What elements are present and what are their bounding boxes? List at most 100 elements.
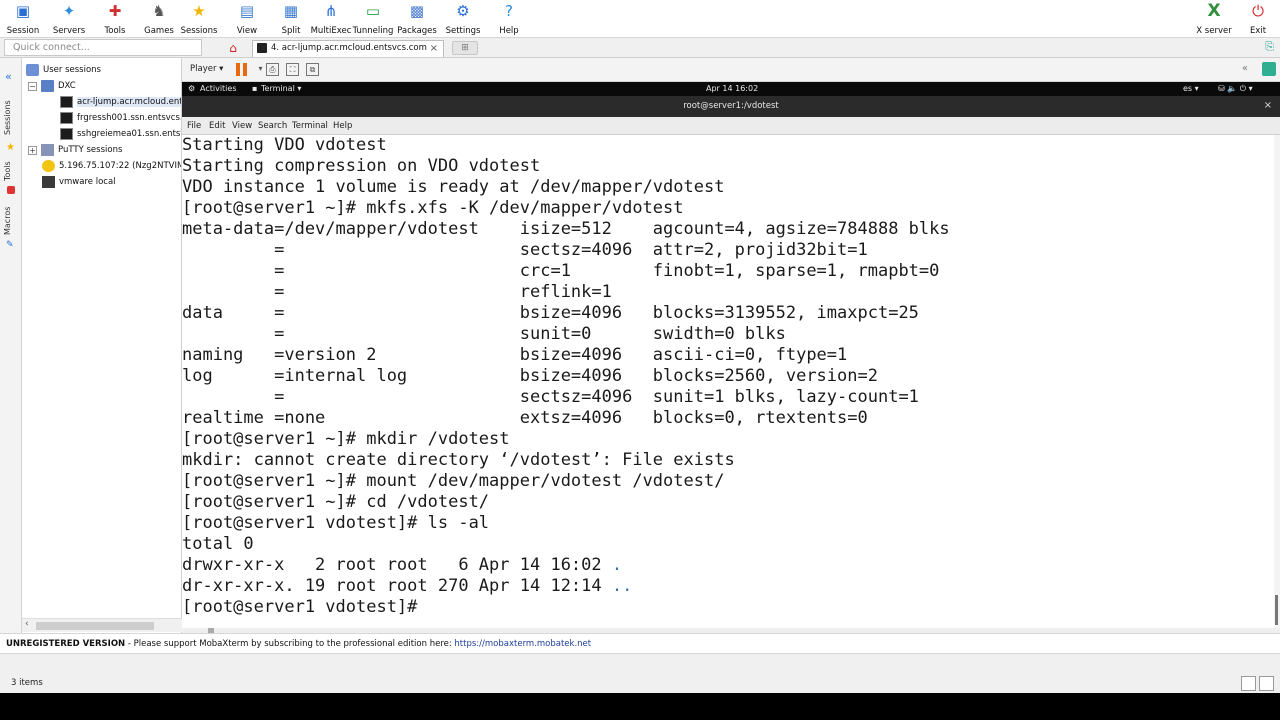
games-button[interactable]: ♞ Games <box>140 1 178 37</box>
menu-terminal[interactable]: Terminal <box>292 121 328 131</box>
terminal-line: Starting VDO vdotest <box>182 135 387 155</box>
sidebar-tab-tools[interactable]: Tools <box>3 158 19 184</box>
session-item[interactable]: sshgreiemea01.ssn.entsvcs.com <box>60 126 181 142</box>
bottom-black-bar <box>0 693 1280 720</box>
view-button[interactable]: ▤ View <box>228 1 266 37</box>
menu-search[interactable]: Search <box>258 121 287 131</box>
multiexec-label: MultiExec <box>310 26 352 36</box>
tree-user-sessions[interactable]: User sessions <box>26 62 101 78</box>
ls-entry-details: dr-xr-xr-x. 19 root root 270 Apr 14 12:1… <box>182 576 612 596</box>
language-menu[interactable]: es ▾ <box>1183 84 1199 93</box>
exit-button[interactable]: ⏻ Exit <box>1244 1 1272 37</box>
list-view-icon[interactable] <box>1241 676 1256 691</box>
settings-button[interactable]: ⚙ Settings <box>444 1 482 37</box>
scroll-thumb[interactable] <box>1275 595 1278 625</box>
library-icon[interactable] <box>1262 62 1276 76</box>
quick-connect-input[interactable]: Quick connect... <box>4 39 202 56</box>
menu-view[interactable]: View <box>232 121 252 131</box>
session-item[interactable]: acr-ljump.acr.mcloud.entsvcs.com <box>60 94 181 110</box>
apps-icon: ⚙ <box>188 84 196 93</box>
terminal-app-menu[interactable]: Terminal ▾ <box>261 84 301 93</box>
print-icon[interactable]: ⎙ <box>266 63 279 76</box>
xserver-button[interactable]: X X server <box>1196 1 1232 37</box>
servers-button[interactable]: ✦ Servers <box>50 1 88 37</box>
menu-file[interactable]: File <box>187 121 201 131</box>
mobaxterm-link[interactable]: https://mobaxterm.mobatek.net <box>454 639 591 649</box>
player-bar: Player ▾ ▾ ⎙ ⛶ ⧉ « <box>182 58 1280 82</box>
home-tab[interactable]: ⌂ <box>222 40 244 56</box>
scroll-left-icon[interactable]: ‹ <box>25 619 29 629</box>
expand-icon[interactable]: + <box>28 145 37 155</box>
tools-button[interactable]: ✚ Tools <box>96 1 134 37</box>
collapse-sidebar-icon[interactable]: « <box>5 70 12 83</box>
scroll-thumb[interactable] <box>36 622 154 630</box>
sessions-panel: User sessions − DXC acr-ljump.acr.mcloud… <box>22 58 182 633</box>
ls-entry-details: drwxr-xr-x 2 root root 6 Apr 14 16:02 <box>182 555 612 575</box>
session-button[interactable]: ▣ Session <box>4 1 42 37</box>
tree-folder-dxc[interactable]: − DXC <box>28 78 76 94</box>
putty-icon <box>41 144 54 156</box>
detail-view-icon[interactable] <box>1259 676 1274 691</box>
view-label: View <box>236 26 258 36</box>
tunneling-button[interactable]: ▭ Tunneling <box>353 1 394 37</box>
sidebar-tab-strip: « Sessions ★ Tools Macros ✎ <box>0 58 22 633</box>
tab-session-4[interactable]: 4. acr-ljump.acr.mcloud.entsvcs.com × <box>252 40 444 57</box>
menu-help[interactable]: Help <box>333 121 352 131</box>
pause-icon[interactable] <box>236 63 248 76</box>
macro-icon: ✎ <box>6 240 14 250</box>
terminal-app-icon: ▪ <box>252 84 258 93</box>
games-label: Games <box>144 26 174 36</box>
attach-icon[interactable]: ⎘ <box>1265 40 1274 54</box>
close-window-icon[interactable]: × <box>1264 100 1272 111</box>
back-icon[interactable]: « <box>1242 63 1248 74</box>
unity-icon[interactable]: ⧉ <box>306 63 319 76</box>
sidebar-tab-macros[interactable]: Macros <box>3 204 19 238</box>
packages-label: Packages <box>397 26 437 36</box>
exit-label: Exit <box>1249 26 1267 36</box>
collapse-icon[interactable]: − <box>28 81 37 91</box>
system-tray[interactable]: ⛁ 🔈 ⏻ ▾ <box>1218 84 1253 94</box>
sidebar-tab-sessions[interactable]: Sessions <box>3 96 19 140</box>
sessions-horizontal-scrollbar[interactable]: ‹ <box>22 618 182 632</box>
player-menu[interactable]: Player ▾ <box>190 64 223 74</box>
packages-button[interactable]: ▩ Packages <box>397 1 437 37</box>
terminal-line: VDO instance 1 volume is ready at /dev/m… <box>182 177 725 197</box>
terminal-output[interactable]: Starting VDO vdotest Starting compression… <box>182 135 1274 628</box>
fit-icon[interactable]: ⛶ <box>286 63 299 76</box>
split-button[interactable]: ▦ Split <box>272 1 310 37</box>
new-tab-button[interactable]: ⊞ <box>452 41 478 55</box>
settings-label: Settings <box>445 26 481 36</box>
view-icon: ▤ <box>239 2 255 20</box>
ls-entry-name: .. <box>611 576 633 596</box>
terminal-line: [root@server1 ~]# mkfs.xfs -K /dev/mappe… <box>182 198 684 218</box>
tab-label: 4. acr-ljump.acr.mcloud.entsvcs.com <box>271 43 427 53</box>
tree-putty-sessions[interactable]: + PuTTY sessions <box>28 142 122 158</box>
xserver-label: X server <box>1196 26 1232 36</box>
terminal-line: = sectsz=4096 sunit=1 blks, lazy-count=1 <box>182 387 919 407</box>
banner-text: - Please support MobaXterm by subscribin… <box>125 639 455 649</box>
activities-button[interactable]: Activities <box>200 84 237 93</box>
help-button[interactable]: ? Help <box>490 1 528 37</box>
tools-small-icon <box>7 186 15 194</box>
star-icon: ★ <box>192 2 206 20</box>
new-tab-icon: ⊞ <box>461 43 469 53</box>
clock[interactable]: Apr 14 16:02 <box>706 84 758 93</box>
session-item-vnc[interactable]: 5.196.75.107:22 (Nzg2NTVIMT) <box>42 158 181 174</box>
star-icon: ★ <box>6 142 15 153</box>
terminal-line: log =internal log bsize=4096 blocks=2560… <box>182 366 878 386</box>
terminal-prompt[interactable]: [root@server1 vdotest]# <box>182 597 428 618</box>
sessions-button[interactable]: ★ Sessions <box>180 1 218 37</box>
terminal-line: naming =version 2 bsize=4096 ascii-ci=0,… <box>182 345 848 365</box>
terminal-line: [root@server1 ~]# mount /dev/mapper/vdot… <box>182 471 725 491</box>
vmware-icon <box>42 176 55 188</box>
terminal-line: data = bsize=4096 blocks=3139552, imaxpc… <box>182 303 919 323</box>
multiexec-button[interactable]: ⋔ MultiExec <box>310 1 352 37</box>
terminal-line: [root@server1 ~]# mkdir /vdotest <box>182 429 510 449</box>
terminal-line: [root@server1 vdotest]# ls -al <box>182 513 490 533</box>
terminal-scrollbar[interactable] <box>1274 135 1280 628</box>
menu-edit[interactable]: Edit <box>209 121 225 131</box>
home-icon: ⌂ <box>229 41 237 55</box>
session-item[interactable]: frgressh001.ssn.entsvcs.com <box>60 110 181 126</box>
session-item-vmware[interactable]: vmware local <box>42 174 116 190</box>
close-icon[interactable]: × <box>430 41 438 56</box>
